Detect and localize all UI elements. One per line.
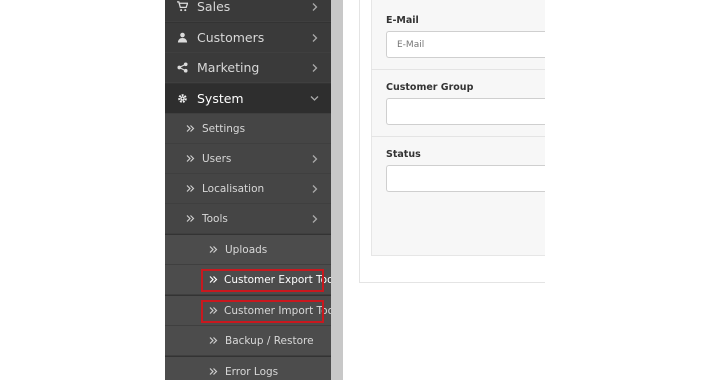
double-chevron-right-icon	[209, 336, 219, 346]
double-chevron-right-icon	[186, 124, 196, 134]
sidebar-item-uploads[interactable]: Uploads	[165, 235, 331, 265]
sidebar-item-system[interactable]: System	[165, 84, 331, 114]
email-field[interactable]	[386, 31, 545, 58]
chevron-right-icon	[310, 154, 319, 163]
sidebar-item-label: System	[197, 91, 244, 106]
chevron-right-icon	[310, 184, 319, 193]
highlight-box-export	[201, 269, 324, 292]
sidebar-item-settings[interactable]: Settings	[165, 114, 331, 144]
customer-group-select[interactable]	[386, 98, 545, 125]
sidebar-item-label: Uploads	[225, 243, 268, 256]
sidebar-item-label: Error Logs	[225, 365, 279, 378]
sidebar-item-backup-restore[interactable]: Backup / Restore	[165, 326, 331, 356]
form-divider	[371, 136, 545, 137]
chevron-right-icon	[310, 214, 319, 223]
sidebar-item-localisation[interactable]: Localisation	[165, 174, 331, 204]
status-label: Status	[386, 149, 421, 160]
gear-icon	[176, 92, 189, 105]
double-chevron-right-icon	[186, 184, 196, 194]
double-chevron-right-icon	[186, 214, 196, 224]
customer-group-label: Customer Group	[386, 82, 474, 93]
sidebar-item-label: Users	[202, 152, 232, 165]
sidebar-item-label: Settings	[202, 122, 246, 135]
sidebar-item-tools[interactable]: Tools	[165, 204, 331, 234]
shopping-cart-icon	[176, 0, 189, 13]
chevron-right-icon	[310, 63, 319, 72]
sidebar-item-label: Sales	[197, 0, 231, 14]
sidebar-item-error-logs[interactable]: Error Logs	[165, 357, 331, 380]
double-chevron-right-icon	[209, 367, 219, 377]
chevron-right-icon	[310, 2, 319, 11]
share-icon	[176, 61, 189, 74]
highlight-box-import	[201, 300, 324, 323]
double-chevron-right-icon	[186, 154, 196, 164]
sidebar-item-customers[interactable]: Customers	[165, 23, 331, 53]
sidebar-item-label: Tools	[202, 212, 228, 225]
sidebar-item-label: Backup / Restore	[225, 334, 314, 347]
sidebar-item-label: Marketing	[197, 60, 260, 75]
form-divider	[371, 69, 545, 70]
scrollbar-track[interactable]	[331, 0, 343, 380]
user-icon	[176, 31, 189, 44]
sidebar-item-marketing[interactable]: Marketing	[165, 53, 331, 83]
chevron-down-icon	[310, 94, 319, 103]
sidebar-item-label: Customers	[197, 30, 265, 45]
double-chevron-right-icon	[209, 245, 219, 255]
sidebar-item-label: Localisation	[202, 182, 265, 195]
sidebar-menu: Sales Customers Marketing System Setting…	[165, 0, 331, 380]
chevron-right-icon	[310, 33, 319, 42]
sidebar-item-users[interactable]: Users	[165, 144, 331, 174]
sidebar-item-sales[interactable]: Sales	[165, 0, 331, 22]
email-label: E-Mail	[386, 15, 419, 26]
status-select[interactable]	[386, 165, 545, 192]
